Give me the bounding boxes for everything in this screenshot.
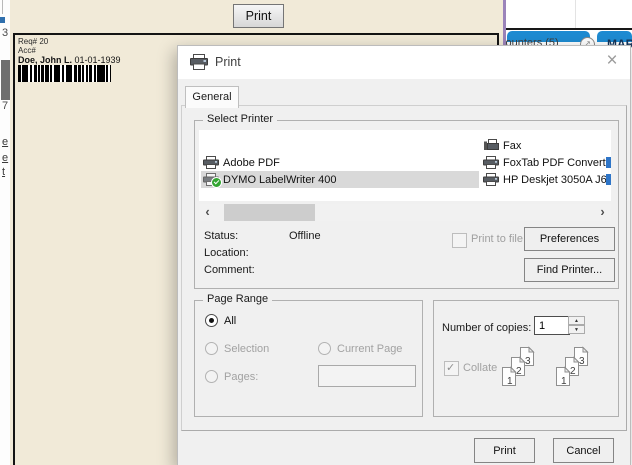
triangle-down-icon: ▼ [574,327,579,333]
scroll-right-button[interactable]: › [594,204,611,221]
cancel-button[interactable]: Cancel [553,438,614,463]
collate-label: Collate [463,362,497,374]
edge-link-fragment: e [2,136,8,148]
clipped-printer-icon [606,157,611,168]
radio-pages: Pages: [205,370,258,383]
chevron-right-icon: › [600,204,604,219]
spin-up-button[interactable]: ▲ [568,316,585,325]
radio-label: All [224,315,236,327]
printer-name: HP Deskjet 3050A J6 [503,174,607,186]
printer-icon [190,54,208,70]
print-dialog: Print × General Select Printer [177,45,631,465]
scrollbar-thumb[interactable] [224,204,315,221]
dialog-title-bar[interactable]: Print × [178,46,630,79]
printer-item-fax[interactable]: Fax [481,137,521,154]
radio-label: Selection [224,343,269,355]
printer-item-foxtab[interactable]: FoxTab PDF Convert [481,154,606,171]
header-rule [505,28,632,30]
printer-name: DYMO LabelWriter 400 [223,174,337,186]
collate-page-number: 2 [516,366,522,377]
comment-label: Comment: [204,264,255,276]
printer-item-adobe-pdf[interactable]: Adobe PDF [201,154,280,171]
triangle-up-icon: ▲ [574,318,579,324]
printer-icon [483,173,499,186]
page-print-button[interactable]: Print [233,4,284,28]
radio-label: Current Page [337,343,402,355]
printer-name: Fax [503,140,521,152]
radio-selection: Selection [205,342,269,355]
radio-button [205,370,218,383]
tab-general[interactable]: General [185,86,239,108]
printer-icon [203,173,219,186]
default-printer-badge [211,177,222,188]
print-to-file-checkbox [452,233,467,248]
radio-button [205,314,218,327]
collate-page-number: 1 [507,376,513,387]
edge-blue-fragment [0,17,5,23]
req-number: Req# 20 [18,37,48,46]
collate-pages-icon: 3 2 1 [554,345,592,391]
acc-number: Acc# [18,46,36,55]
pages-range-input [318,365,416,387]
copies-input[interactable] [534,316,570,335]
printer-name: FoxTab PDF Convert [503,157,606,169]
dialog-title: Print [215,55,241,69]
edge-divider [2,0,3,14]
screen: 3 7 e e t counters (5) ↗ MAR Print Req# … [0,0,632,465]
status-label: Status: [204,230,238,242]
collate-page-number: 3 [525,356,531,367]
radio-all[interactable]: All [205,314,236,327]
left-edge-app-sliver: 3 7 e e t [0,0,10,465]
spin-down-button[interactable]: ▼ [568,325,585,334]
radio-button [318,342,331,355]
radio-button [205,342,218,355]
page-range-group: Page Range All Selection Current Page Pa… [194,300,423,417]
edge-text-fragment: 7 [2,100,8,112]
copies-stepper: ▲ ▼ [568,316,585,335]
collate-page-number: 3 [579,356,585,367]
copies-group: Number of copies: ▲ ▼ ✓ Collate [433,300,619,417]
printer-item-dymo-selected[interactable]: DYMO LabelWriter 400 [201,171,479,188]
patient-name-row: Doe, John L. 01-01-1939 [18,55,121,65]
location-label: Location: [204,247,249,259]
patient-name: Doe, John L. [18,55,72,65]
edge-scrollbar-fragment [1,60,10,100]
collate-page-number: 2 [570,366,576,377]
collate-page-number: 1 [561,376,567,387]
tab-page: Select Printer Fax [181,105,627,431]
printer-list-scrollbar[interactable]: ‹ › [199,204,611,221]
edge-link-fragment: e [2,152,8,164]
number-of-copies-label: Number of copies: [442,322,531,334]
printer-icon [483,156,499,169]
printer-icon [203,156,219,169]
status-value: Offline [289,230,321,242]
collate-pages-icon: 3 2 1 [500,345,538,391]
barcode [18,65,111,82]
printer-item-hp[interactable]: HP Deskjet 3050A J6 [481,171,607,188]
find-printer-button[interactable]: Find Printer... [524,258,615,282]
edge-link-fragment: t [2,166,5,178]
group-legend: Page Range [203,293,272,305]
printer-name: Adobe PDF [223,157,280,169]
edge-text-fragment: 3 [2,27,8,39]
close-icon[interactable]: × [600,49,624,73]
printer-list[interactable]: Fax Adobe PDF [199,130,611,201]
collate-checkbox: ✓ [444,361,459,376]
scroll-left-button[interactable]: ‹ [199,204,216,221]
patient-dob: 01-01-1939 [72,55,121,65]
check-icon: ✓ [446,361,455,374]
group-legend: Select Printer [203,113,277,125]
preferences-button[interactable]: Preferences [524,227,615,251]
radio-current-page: Current Page [318,342,402,355]
print-button[interactable]: Print [474,438,535,463]
header-divider [575,0,576,28]
clipped-printer-icon [606,174,611,185]
radio-label: Pages: [224,371,258,383]
fax-icon [483,139,499,152]
print-to-file-label: Print to file [471,233,523,245]
chevron-left-icon: ‹ [205,204,209,219]
